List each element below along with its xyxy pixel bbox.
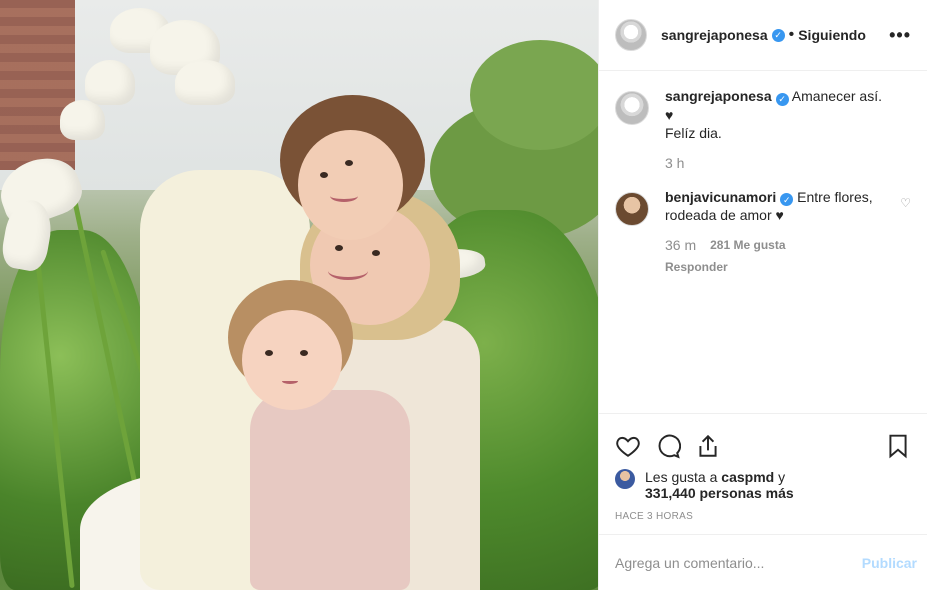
publish-button[interactable]: Publicar: [862, 555, 917, 571]
caption-username[interactable]: sangrejaponesa: [665, 88, 772, 104]
comment-username[interactable]: benjavicunamori: [665, 189, 776, 205]
comment-icon[interactable]: [655, 433, 681, 459]
action-bar: [599, 413, 927, 469]
caption-time[interactable]: 3 h: [665, 154, 684, 172]
comment-input[interactable]: [615, 554, 862, 571]
header-separator: •: [788, 26, 795, 43]
comment-item: benjavicunamori ✓ Entre flores, rodeada d…: [615, 188, 911, 277]
comment-like-heart-icon[interactable]: ♡: [900, 196, 911, 210]
liker-avatar[interactable]: [615, 469, 635, 489]
likes-middle: y: [778, 469, 786, 485]
following-button[interactable]: Siguiendo: [798, 27, 866, 43]
liker-username[interactable]: caspmd: [721, 469, 774, 485]
share-icon[interactable]: [695, 433, 721, 459]
comment-time[interactable]: 36 m: [665, 236, 696, 254]
add-comment-bar: Publicar: [599, 534, 927, 590]
author-avatar[interactable]: [615, 91, 649, 125]
commenter-avatar[interactable]: [615, 191, 649, 226]
caption: sangrejaponesa ✓ Amanecer así. ♥ Felíz di…: [615, 87, 911, 172]
post-photo[interactable]: [0, 0, 598, 590]
verified-badge-icon: ✓: [775, 92, 789, 106]
caption-text-line2: Felíz dia.: [665, 124, 722, 141]
likes-summary: Les gusta a caspmd y 331,440 personas má…: [599, 469, 927, 501]
reply-button[interactable]: Responder: [665, 258, 892, 276]
likes-count[interactable]: 331,440 personas más: [645, 485, 794, 501]
comment-likes[interactable]: 281 Me gusta: [710, 236, 785, 254]
verified-badge-icon: ✓: [771, 28, 785, 42]
caption-text: Amanecer así.: [791, 88, 882, 104]
author-username[interactable]: sangrejaponesa: [661, 27, 768, 43]
post-side-panel: sangrejaponesa ✓ • Siguiendo ••• sangrej…: [598, 0, 927, 590]
more-icon[interactable]: •••: [889, 26, 911, 44]
bookmark-icon[interactable]: [885, 433, 911, 459]
post-header: sangrejaponesa ✓ • Siguiendo •••: [599, 0, 927, 71]
verified-badge-icon: ✓: [780, 193, 794, 206]
caption-heart: ♥: [665, 106, 674, 123]
heart-icon[interactable]: [615, 433, 641, 459]
likes-prefix: Les gusta a: [645, 469, 718, 485]
post-timestamp[interactable]: HACE 3 HORAS: [599, 501, 927, 534]
author-avatar[interactable]: [615, 19, 647, 51]
post-view: sangrejaponesa ✓ • Siguiendo ••• sangrej…: [0, 0, 927, 590]
comments-section: sangrejaponesa ✓ Amanecer así. ♥ Felíz di…: [599, 71, 927, 413]
